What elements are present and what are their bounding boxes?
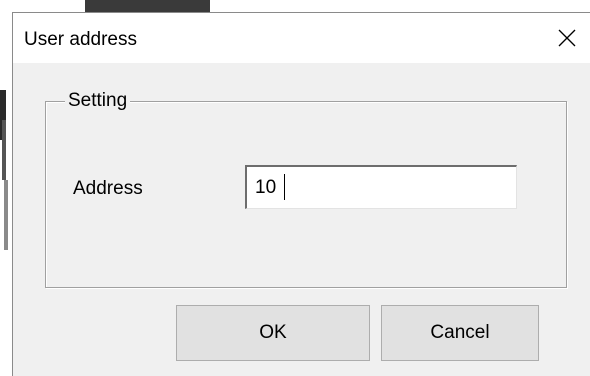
ok-button[interactable]: OK [176, 305, 370, 361]
address-label: Address [73, 178, 143, 199]
close-icon [558, 29, 576, 47]
text-caret [284, 174, 285, 200]
background-window-edge [0, 0, 590, 12]
address-input[interactable] [245, 165, 517, 209]
close-button[interactable] [544, 13, 590, 63]
background-fragment [4, 180, 8, 250]
cancel-button[interactable]: Cancel [381, 305, 539, 361]
dialog-title: User address [24, 29, 137, 50]
user-address-dialog: User address Setting Address OK Cancel [12, 12, 590, 376]
background-fragment [2, 120, 6, 180]
setting-group-label: Setting [65, 89, 131, 113]
title-bar[interactable]: User address [13, 13, 590, 63]
